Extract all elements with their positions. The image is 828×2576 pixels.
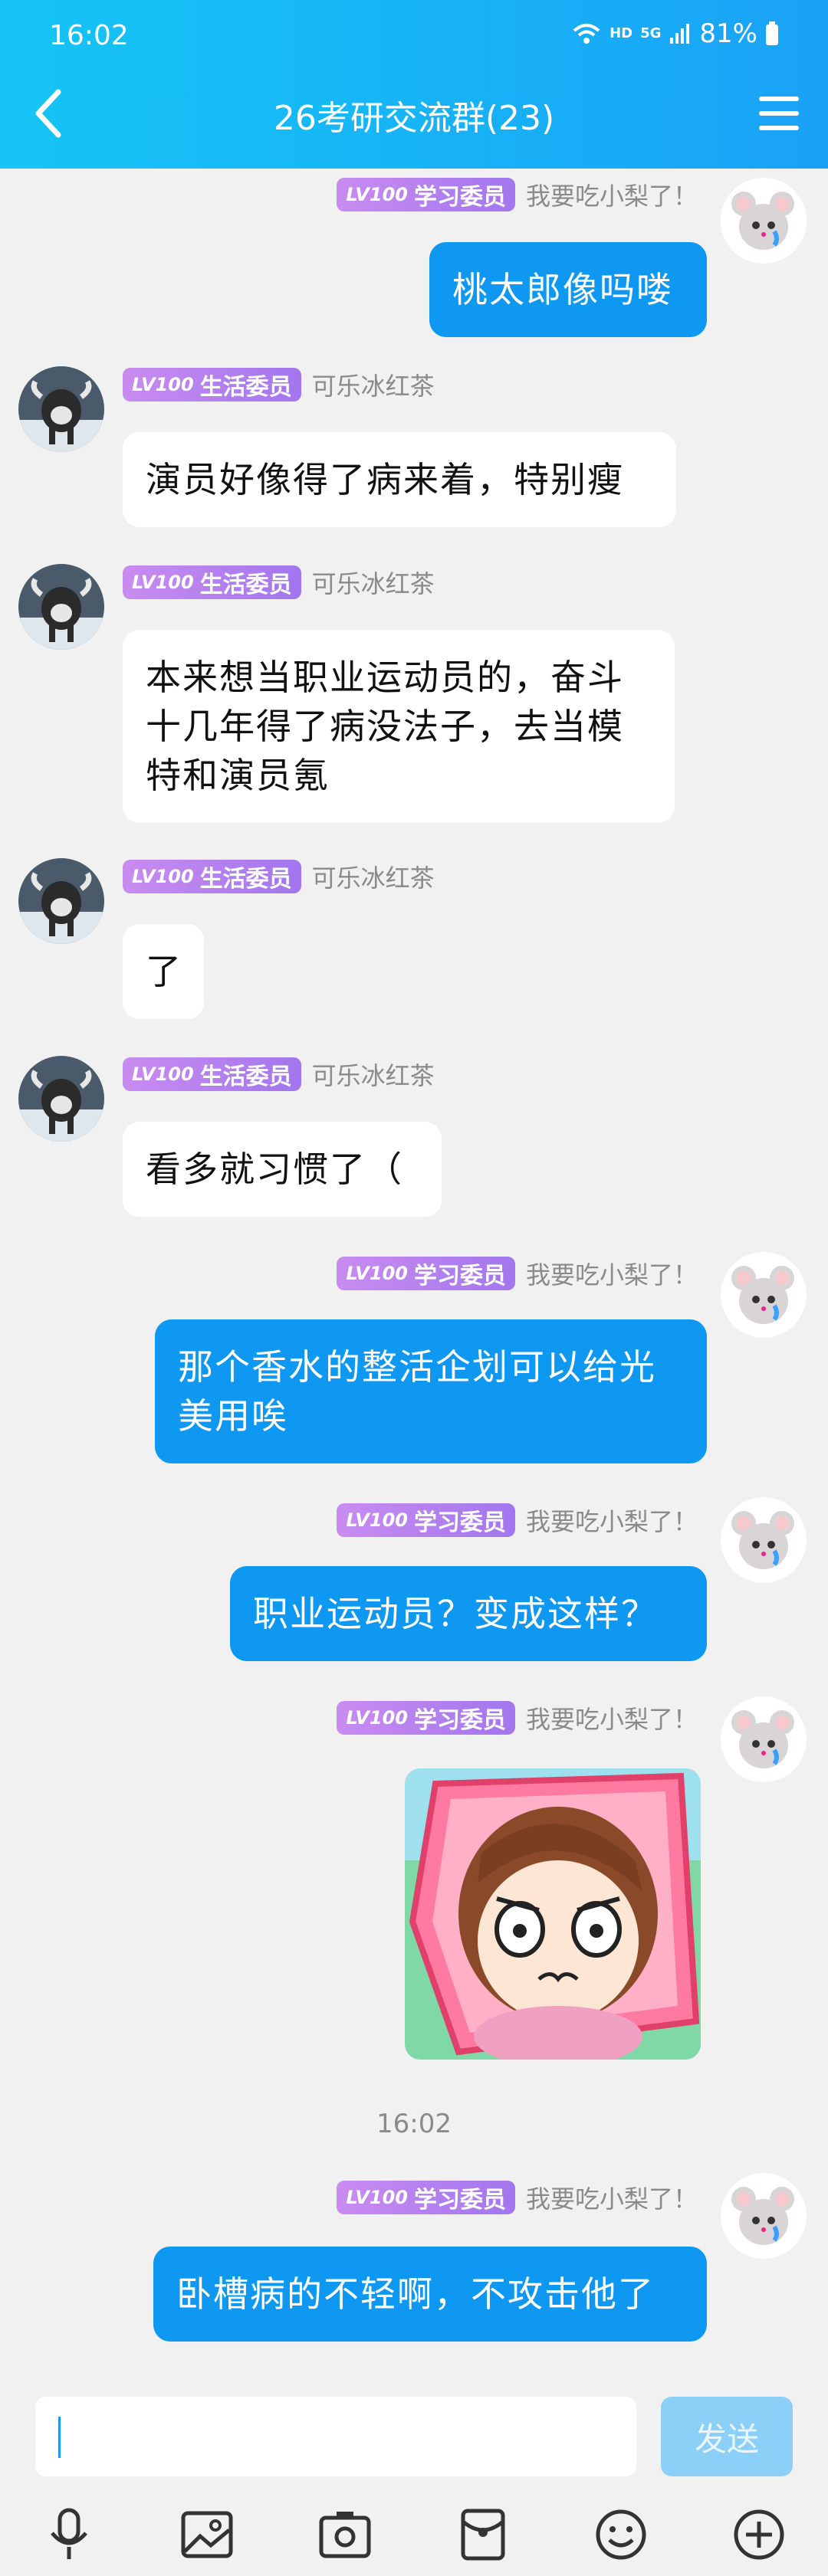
sender-nickname: 我要吃小梨了！ bbox=[525, 1260, 698, 1290]
chat-title: 26考研交流群(23) bbox=[273, 99, 555, 138]
microphone-icon[interactable] bbox=[37, 2502, 101, 2567]
sender-meta: LV100 学习委员 我要吃小梨了！ bbox=[337, 1255, 698, 1292]
red-packet-icon[interactable] bbox=[451, 2502, 515, 2567]
message-outgoing: LV100 学习委员 我要吃小梨了！ bbox=[0, 1696, 828, 2067]
sender-nickname: 我要吃小梨了！ bbox=[525, 182, 698, 211]
sender-meta: LV100 生活委员 可乐冰红茶 bbox=[123, 1056, 435, 1093]
network-5g-label: 5G bbox=[640, 25, 662, 41]
input-toolbar bbox=[0, 2498, 828, 2574]
level-badge: LV100 学习委员 bbox=[337, 1701, 515, 1735]
emoji-icon[interactable] bbox=[589, 2502, 653, 2567]
sender-nickname: 我要吃小梨了！ bbox=[525, 1507, 698, 1536]
level-badge: LV100 生活委员 bbox=[123, 368, 301, 401]
message-line: 十几年得了病没法子，去当模 bbox=[146, 706, 624, 747]
angry-anime-girl-sticker[interactable] bbox=[405, 1768, 701, 2060]
message-list[interactable]: LV100 学习委员 我要吃小梨了！ 桃太郎像吗喽 LV100 生活委员 可乐冰红茶… bbox=[0, 169, 828, 2375]
text-cursor bbox=[58, 2417, 61, 2458]
sender-nickname: 可乐冰红茶 bbox=[311, 372, 435, 401]
hd-label: HD bbox=[610, 25, 633, 41]
image-icon[interactable] bbox=[175, 2502, 239, 2567]
message-input[interactable] bbox=[35, 2397, 636, 2476]
message-outgoing: LV100 学习委员 我要吃小梨了！ 那个香水的整活企划可以给光 美用唉 bbox=[0, 1252, 828, 1485]
message-bubble[interactable]: 那个香水的整活企划可以给光 美用唉 bbox=[155, 1319, 707, 1463]
avatar-mouse[interactable] bbox=[721, 178, 807, 264]
sender-nickname: 可乐冰红茶 bbox=[311, 864, 435, 893]
message-line: 本来想当职业运动员的，奋斗 bbox=[146, 657, 624, 698]
battery-percent: 81% bbox=[699, 18, 757, 49]
level-badge: LV100 学习委员 bbox=[337, 1257, 515, 1290]
level-badge: LV100 生活委员 bbox=[123, 1057, 301, 1091]
sender-nickname: 可乐冰红茶 bbox=[311, 1061, 435, 1090]
battery-icon bbox=[766, 21, 778, 45]
input-bar: 发送 bbox=[0, 2383, 828, 2576]
message-outgoing: LV100 学习委员 我要吃小梨了！ 桃太郎像吗喽 bbox=[0, 169, 828, 352]
message-bubble[interactable]: 桃太郎像吗喽 bbox=[429, 242, 707, 337]
message-bubble[interactable]: 本来想当职业运动员的，奋斗 十几年得了病没法子，去当模 特和演员氪 bbox=[123, 630, 675, 823]
level-badge: LV100 生活委员 bbox=[123, 565, 301, 599]
sender-meta: LV100 学习委员 我要吃小梨了！ bbox=[337, 1699, 698, 1736]
camera-icon[interactable] bbox=[313, 2502, 377, 2567]
timestamp-divider: 16:02 bbox=[376, 2109, 452, 2139]
message-incoming: LV100 生活委员 可乐冰红茶 演员好像得了病来着，特别瘦 bbox=[0, 366, 828, 550]
avatar-goat[interactable] bbox=[18, 1056, 104, 1142]
message-bubble[interactable]: 了 bbox=[123, 924, 204, 1019]
message-incoming: LV100 生活委员 可乐冰红茶 看多就习惯了（ bbox=[0, 1056, 828, 1240]
level-badge: LV100 生活委员 bbox=[123, 860, 301, 893]
avatar-mouse[interactable] bbox=[721, 2173, 807, 2259]
avatar-mouse[interactable] bbox=[721, 1497, 807, 1583]
avatar-goat[interactable] bbox=[18, 366, 104, 452]
sender-nickname: 我要吃小梨了！ bbox=[525, 1705, 698, 1734]
sender-meta: LV100 生活委员 可乐冰红茶 bbox=[123, 858, 435, 895]
message-incoming: LV100 生活委员 可乐冰红茶 本来想当职业运动员的，奋斗 十几年得了病没法子，… bbox=[0, 564, 828, 840]
message-bubble[interactable]: 职业运动员？变成这样？ bbox=[230, 1566, 707, 1661]
sender-meta: LV100 学习委员 我要吃小梨了！ bbox=[337, 1502, 698, 1539]
level-badge: LV100 学习委员 bbox=[337, 1503, 515, 1537]
message-incoming: LV100 生活委员 可乐冰红茶 了 bbox=[0, 858, 828, 1042]
message-bubble[interactable]: 看多就习惯了（ bbox=[123, 1122, 442, 1217]
plus-icon[interactable] bbox=[727, 2502, 791, 2567]
level-badge: LV100 学习委员 bbox=[337, 178, 515, 211]
avatar-mouse[interactable] bbox=[721, 1696, 807, 1782]
avatar-goat[interactable] bbox=[18, 858, 104, 944]
sender-meta: LV100 学习委员 我要吃小梨了！ bbox=[337, 2179, 698, 2216]
hamburger-menu-icon bbox=[759, 97, 799, 130]
level-badge: LV100 学习委员 bbox=[337, 2181, 515, 2214]
message-line: 那个香水的整活企划可以给光 bbox=[178, 1346, 656, 1388]
sender-meta: LV100 学习委员 我要吃小梨了！ bbox=[337, 176, 698, 213]
avatar-goat[interactable] bbox=[18, 564, 104, 650]
sender-meta: LV100 生活委员 可乐冰红茶 bbox=[123, 564, 435, 601]
header-bar: 16:02 HD 5G 81% 26考研交流群(23) bbox=[0, 0, 828, 169]
send-button[interactable]: 发送 bbox=[661, 2397, 793, 2476]
signal-icon bbox=[670, 24, 690, 44]
status-icons: HD 5G 81% bbox=[571, 18, 779, 49]
status-time: 16:02 bbox=[49, 20, 129, 51]
message-line: 特和演员氪 bbox=[146, 755, 330, 796]
sender-nickname: 可乐冰红茶 bbox=[311, 569, 435, 598]
message-bubble[interactable]: 卧槽病的不轻啊，不攻击他了 bbox=[153, 2247, 707, 2342]
wifi-icon bbox=[573, 24, 600, 44]
message-bubble[interactable]: 演员好像得了病来着，特别瘦 bbox=[123, 432, 676, 527]
sticker-image bbox=[405, 1768, 701, 2060]
message-outgoing: LV100 学习委员 我要吃小梨了！ 职业运动员？变成这样？ bbox=[0, 1497, 828, 1686]
avatar-mouse[interactable] bbox=[721, 1252, 807, 1338]
menu-button[interactable] bbox=[756, 90, 802, 136]
sender-meta: LV100 生活委员 可乐冰红茶 bbox=[123, 366, 435, 403]
message-line: 美用唉 bbox=[178, 1395, 288, 1437]
sender-nickname: 我要吃小梨了！ bbox=[525, 2184, 698, 2214]
message-outgoing: LV100 学习委员 我要吃小梨了！ 卧槽病的不轻啊，不攻击他了 bbox=[0, 2173, 828, 2363]
